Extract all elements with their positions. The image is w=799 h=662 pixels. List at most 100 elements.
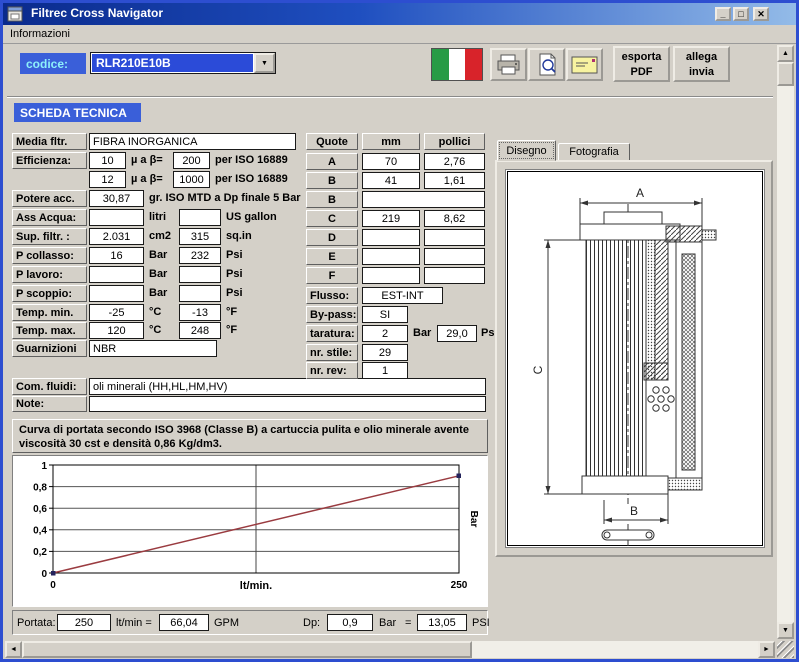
media-field[interactable]: FIBRA INORGANICA bbox=[89, 133, 296, 150]
p-scoppio-psi[interactable] bbox=[179, 285, 221, 302]
efficienza-beta-label-2: µ a β= bbox=[131, 171, 163, 188]
p-lavoro-psi[interactable] bbox=[179, 266, 221, 283]
sup-filtr-cm2[interactable]: 2.031 bbox=[89, 228, 144, 245]
efficienza-beta-2[interactable]: 1000 bbox=[173, 171, 210, 188]
p-scoppio-psi-unit: Psi bbox=[226, 285, 243, 302]
scroll-right-button[interactable]: ► bbox=[758, 641, 775, 658]
taratura-bar-field[interactable]: 2 bbox=[362, 325, 408, 342]
efficienza-beta-label-1: µ a β= bbox=[131, 152, 163, 169]
nr-rev-field[interactable]: 1 bbox=[362, 362, 408, 379]
p-collasso-psi[interactable]: 232 bbox=[179, 247, 221, 264]
note-field[interactable] bbox=[89, 396, 486, 412]
temp-min-f[interactable]: -13 bbox=[179, 304, 221, 321]
combo-dropdown-button[interactable]: ▼ bbox=[254, 53, 275, 73]
drawing-dim-c-label: C bbox=[531, 365, 545, 374]
quote-a-inch[interactable]: 2,76 bbox=[424, 153, 485, 170]
close-button[interactable]: ✕ bbox=[753, 7, 769, 21]
portata-field[interactable]: 250 bbox=[57, 614, 111, 631]
horizontal-scroll-thumb[interactable] bbox=[22, 641, 472, 658]
quote-e-mm[interactable] bbox=[362, 248, 420, 265]
quote-f-mm[interactable] bbox=[362, 267, 420, 284]
p-lavoro-bar[interactable] bbox=[89, 266, 144, 283]
field-label-taratura: taratura: bbox=[306, 325, 358, 342]
print-button[interactable] bbox=[490, 48, 527, 81]
export-pdf-button[interactable]: esporta PDF bbox=[613, 46, 670, 82]
dp-psi-field[interactable]: 13,05 bbox=[417, 614, 467, 631]
vertical-scroll-thumb[interactable] bbox=[777, 62, 794, 86]
potere-field[interactable]: 30,87 bbox=[89, 190, 144, 207]
maximize-button[interactable]: □ bbox=[733, 7, 749, 21]
field-label-note: Note: bbox=[12, 396, 87, 412]
scroll-down-button[interactable]: ▼ bbox=[777, 622, 794, 639]
gpm-field[interactable]: 66,04 bbox=[159, 614, 209, 631]
flusso-field[interactable]: EST-INT bbox=[362, 287, 443, 304]
temp-min-c[interactable]: -25 bbox=[89, 304, 144, 321]
ass-acqua-gallon-unit: US gallon bbox=[226, 209, 277, 226]
printer-icon bbox=[492, 50, 525, 79]
horizontal-scrollbar[interactable]: ◄ ► bbox=[5, 641, 775, 658]
quote-d-inch[interactable] bbox=[424, 229, 485, 246]
resize-grip[interactable] bbox=[777, 641, 794, 658]
potere-unit-label: gr. ISO MTD a Dp finale 5 Bar bbox=[149, 190, 301, 207]
scroll-left-button[interactable]: ◄ bbox=[5, 641, 22, 658]
field-label-temp-max: Temp. max. bbox=[12, 322, 87, 339]
vertical-scrollbar[interactable]: ▲ ▼ bbox=[777, 45, 794, 639]
quote-row-label-d: D bbox=[306, 229, 358, 246]
attach-send-button[interactable]: allega invia bbox=[673, 46, 730, 82]
chart-ytick-0: 0 bbox=[41, 569, 47, 580]
drawing-canvas: A bbox=[505, 169, 765, 548]
quote-c-inch[interactable]: 8,62 bbox=[424, 210, 485, 227]
efficienza-beta-1[interactable]: 200 bbox=[173, 152, 210, 169]
quote-row-label-e: E bbox=[306, 248, 358, 265]
quote-f-inch[interactable] bbox=[424, 267, 485, 284]
dp-bar-field[interactable]: 0,9 bbox=[327, 614, 373, 631]
email-button[interactable] bbox=[566, 48, 603, 81]
quote-c-mm[interactable]: 219 bbox=[362, 210, 420, 227]
gpm-unit-label: GPM bbox=[214, 615, 239, 632]
field-label-p-lavoro: P lavoro: bbox=[12, 266, 87, 283]
codice-combobox[interactable]: RLR210E10B ▼ bbox=[90, 52, 276, 74]
quote-d-mm[interactable] bbox=[362, 229, 420, 246]
taratura-bar-unit: Bar bbox=[413, 325, 431, 342]
pollici-header: pollici bbox=[424, 133, 485, 150]
codice-selected-value: RLR210E10B bbox=[92, 54, 253, 72]
temp-min-c-unit: °C bbox=[149, 304, 161, 321]
ass-acqua-litri-unit: litri bbox=[149, 209, 166, 226]
equals-label: = bbox=[405, 615, 411, 632]
temp-max-c-unit: °C bbox=[149, 322, 161, 339]
quote-a-mm[interactable]: 70 bbox=[362, 153, 420, 170]
taratura-psi-field[interactable]: 29,0 bbox=[437, 325, 477, 342]
field-label-potere: Potere acc. bbox=[12, 190, 87, 207]
quote-row-label-c: C bbox=[306, 210, 358, 227]
nr-stile-field[interactable]: 29 bbox=[362, 344, 408, 361]
guarnizioni-field[interactable]: NBR bbox=[89, 340, 217, 357]
ass-acqua-litri[interactable] bbox=[89, 209, 144, 226]
p-lavoro-bar-unit: Bar bbox=[149, 266, 167, 283]
tab-fotografia[interactable]: Fotografia bbox=[558, 143, 630, 161]
quote-b-mm[interactable]: 41 bbox=[362, 172, 420, 189]
attach-send-line2: invia bbox=[675, 65, 728, 80]
scroll-right-icon: ► bbox=[763, 646, 770, 653]
chart-ytick-2: 0,4 bbox=[33, 526, 47, 537]
efficienza-micron-1[interactable]: 10 bbox=[89, 152, 126, 169]
quote-b-inch[interactable]: 1,61 bbox=[424, 172, 485, 189]
tab-disegno[interactable]: Disegno bbox=[497, 140, 556, 161]
minimize-button[interactable]: _ bbox=[715, 7, 731, 21]
scroll-up-button[interactable]: ▲ bbox=[777, 45, 794, 62]
quote-e-inch[interactable] bbox=[424, 248, 485, 265]
quote-b2-wide[interactable] bbox=[362, 191, 485, 208]
efficienza-micron-2[interactable]: 12 bbox=[89, 171, 126, 188]
p-scoppio-bar[interactable] bbox=[89, 285, 144, 302]
temp-max-c[interactable]: 120 bbox=[89, 322, 144, 339]
ass-acqua-gallon[interactable] bbox=[179, 209, 221, 226]
toolbar-divider bbox=[7, 96, 773, 98]
temp-max-f[interactable]: 248 bbox=[179, 322, 221, 339]
chart-ytick-3: 0,6 bbox=[33, 504, 47, 515]
p-collasso-bar[interactable]: 16 bbox=[89, 247, 144, 264]
bypass-field[interactable]: SI bbox=[362, 306, 408, 323]
scroll-down-icon: ▼ bbox=[782, 627, 789, 634]
menu-item-informazioni[interactable]: Informazioni bbox=[3, 26, 77, 42]
print-preview-button[interactable] bbox=[528, 48, 565, 81]
sup-filtr-sqin[interactable]: 315 bbox=[179, 228, 221, 245]
scroll-up-icon: ▲ bbox=[782, 50, 789, 57]
